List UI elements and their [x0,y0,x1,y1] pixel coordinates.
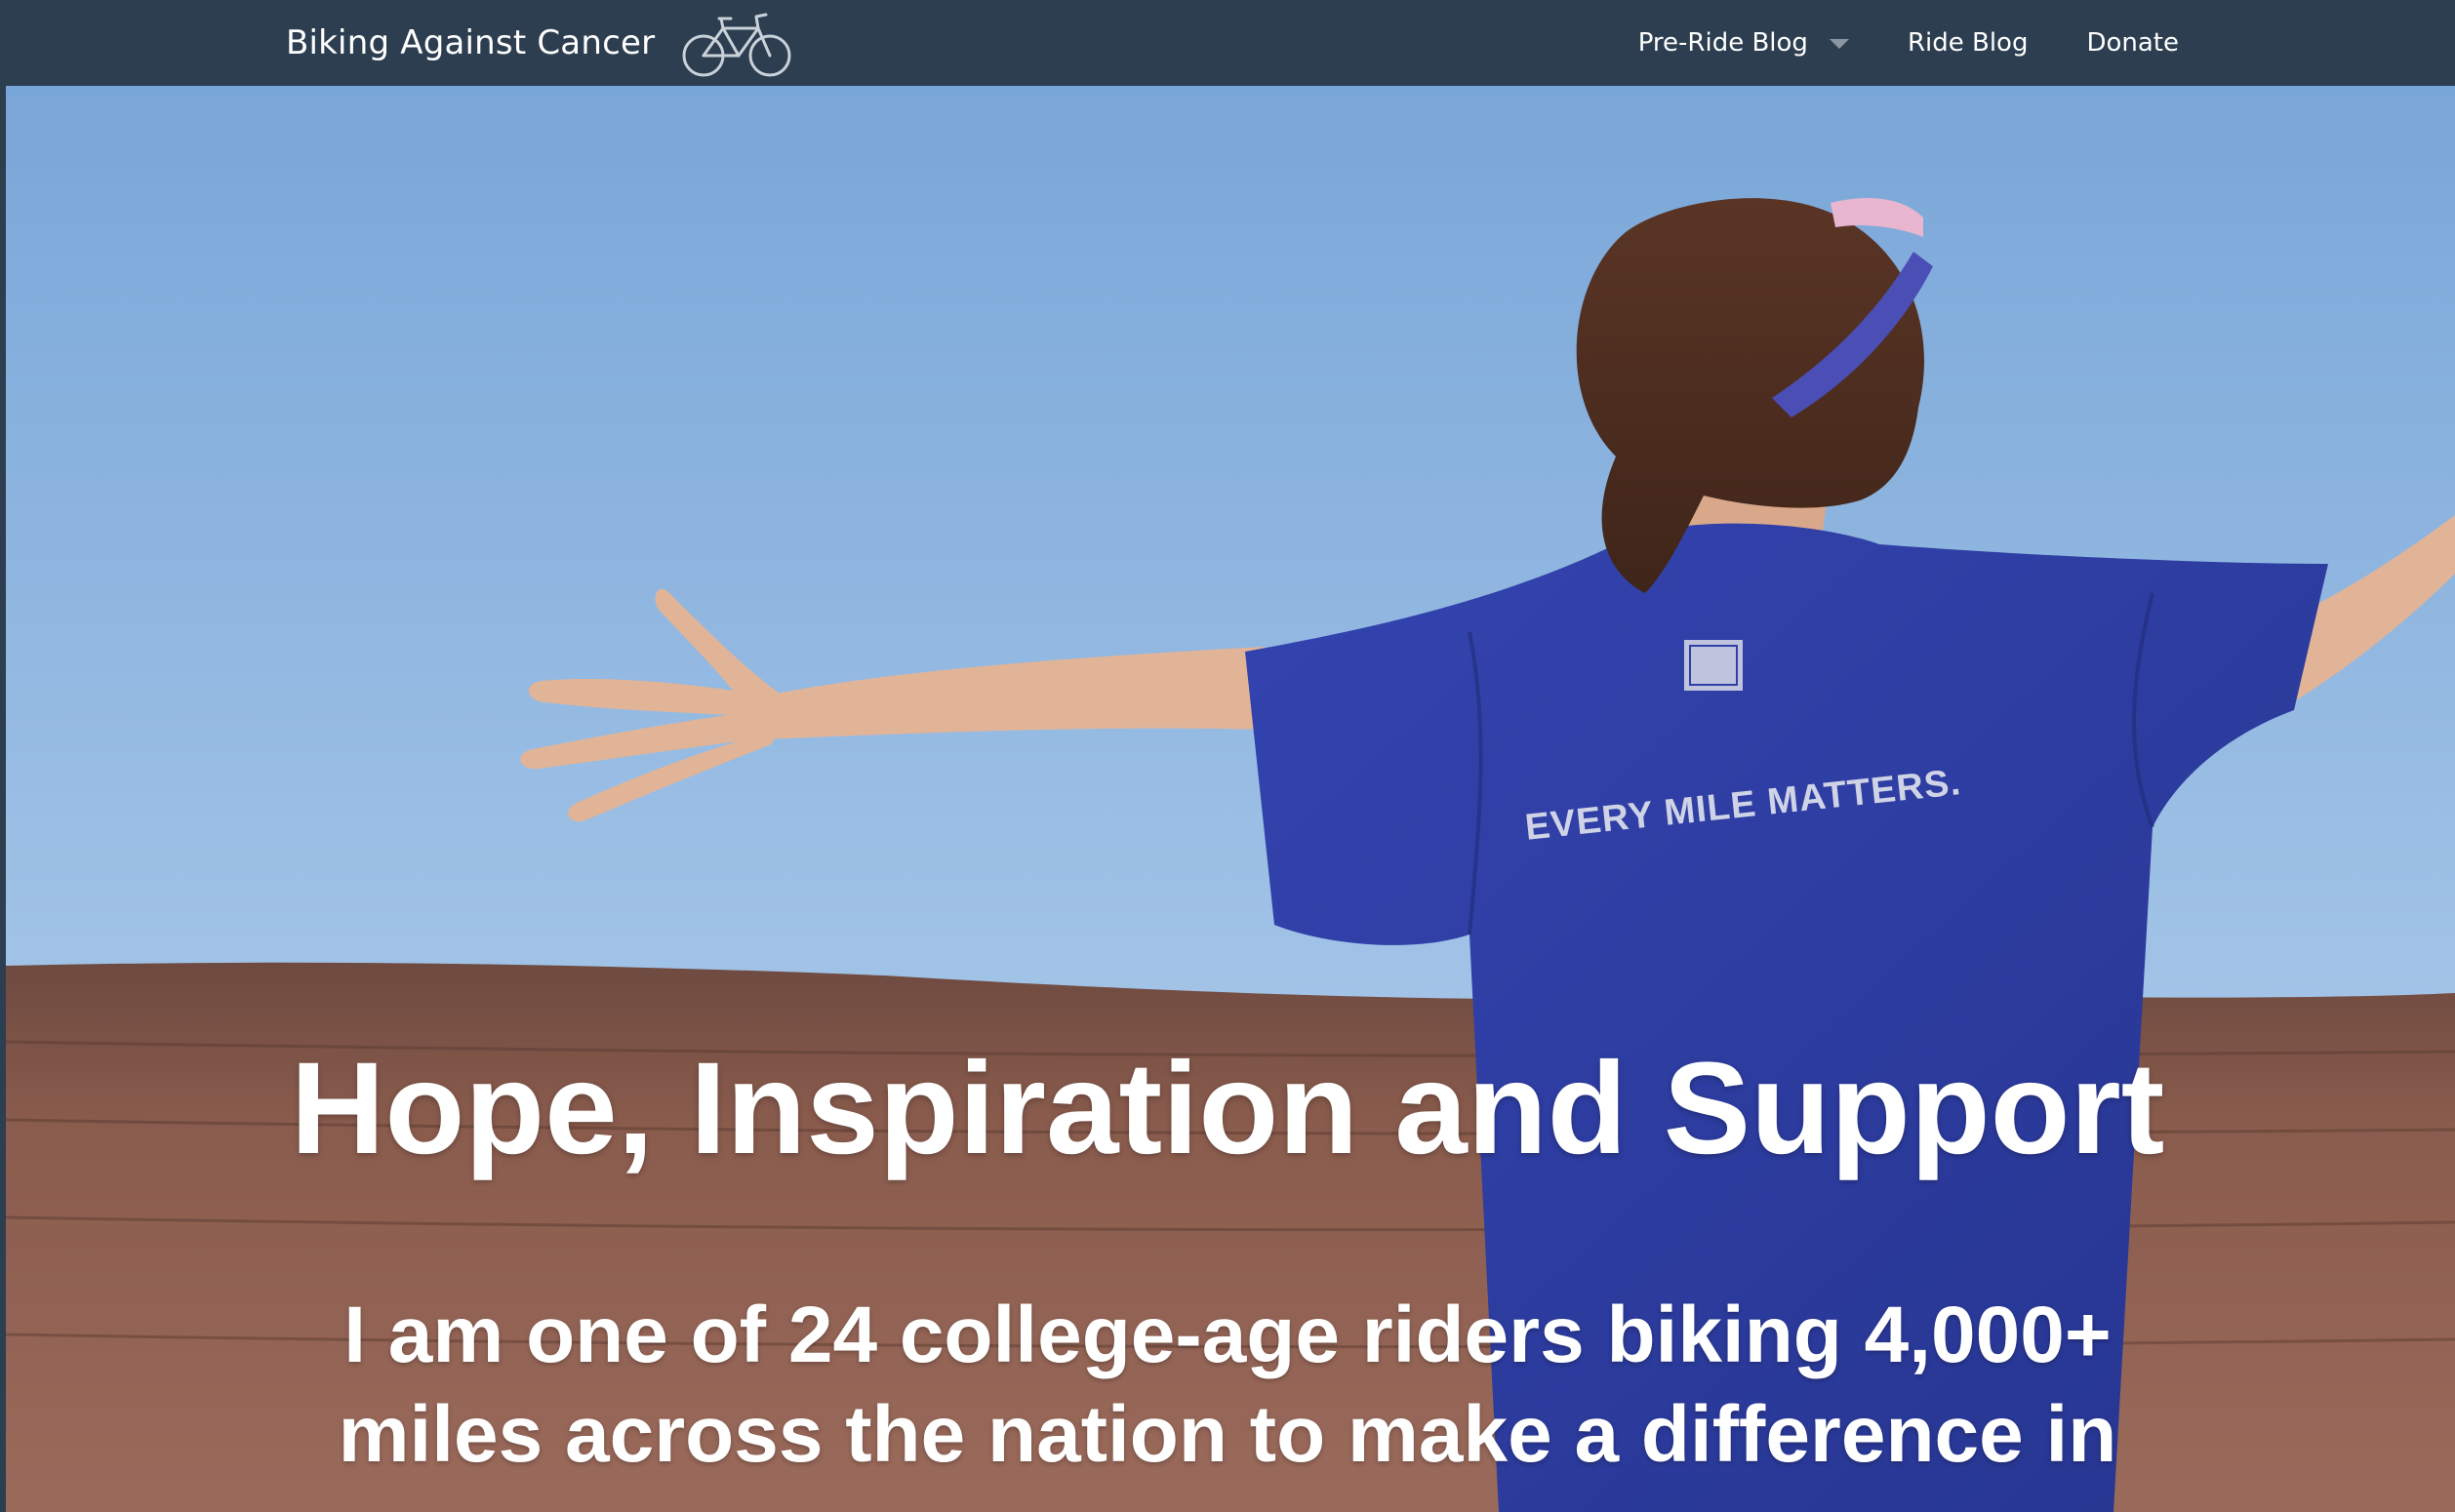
hero-subheadline: I am one of 24 college-age riders biking… [338,1291,2117,1479]
nav-item-label: Donate [2086,28,2179,58]
main-nav: Pre-Ride Blog Ride Blog Donate [1580,0,2179,86]
nav-item-pre-ride-blog[interactable]: Pre-Ride Blog [1638,28,1849,58]
nav-item-label: Pre-Ride Blog [1637,28,1808,58]
nav-item-label: Ride Blog [1907,28,2029,58]
top-navbar: Biking Against Cancer Pre-Ride Blog Ride… [0,0,2455,86]
nav-item-ride-blog[interactable]: Ride Blog [1908,28,2029,58]
brand-name: Biking Against Cancer [286,23,656,62]
chevron-down-icon [1829,39,1849,49]
bicycle-icon [682,13,791,77]
nav-item-donate[interactable]: Donate [2086,28,2179,58]
brand-link[interactable]: Biking Against Cancer [286,0,793,86]
hero-headline: Hope, Inspiration and Support [290,1036,2165,1181]
